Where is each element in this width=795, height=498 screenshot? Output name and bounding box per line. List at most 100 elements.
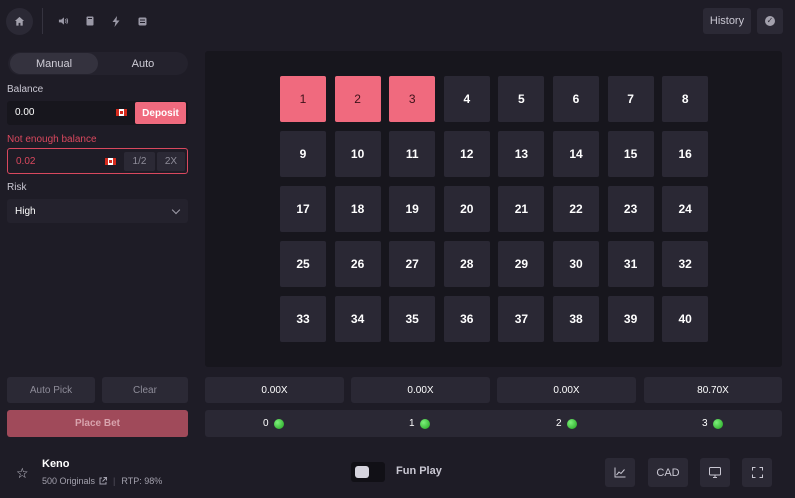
rules-button[interactable] (84, 13, 96, 29)
keno-tile[interactable]: 31 (607, 241, 654, 287)
subtitle-divider: | (113, 476, 116, 486)
keno-tile[interactable]: 24 (662, 186, 709, 232)
risk-select[interactable]: High (7, 199, 188, 223)
canada-flag-icon (105, 158, 116, 165)
favorite-button[interactable]: ☆ (16, 465, 29, 482)
stats-button[interactable] (605, 458, 635, 487)
gem-icon (712, 418, 723, 429)
hit-count-value: 0 (263, 418, 269, 429)
keno-tile[interactable]: 21 (498, 186, 545, 232)
line-chart-icon (614, 467, 626, 478)
sound-button[interactable] (56, 13, 70, 29)
keno-tile[interactable]: 14 (553, 131, 599, 177)
keno-tile[interactable]: 1 (280, 76, 326, 122)
external-link-icon[interactable] (99, 477, 108, 485)
keno-tile[interactable]: 18 (334, 186, 381, 232)
home-button[interactable] (6, 8, 33, 35)
history-button[interactable]: History (703, 8, 751, 34)
balance-value: 0.00 (15, 107, 35, 118)
keno-tile[interactable]: 8 (662, 76, 709, 122)
hits-row: 0 1 2 3 (205, 410, 782, 437)
keno-tile[interactable]: 22 (553, 186, 599, 232)
keno-tile[interactable]: 40 (662, 296, 709, 342)
keno-tile[interactable]: 34 (334, 296, 381, 342)
keno-tile[interactable]: 6 (553, 76, 599, 122)
keno-tile[interactable]: 15 (607, 131, 654, 177)
half-bet-button[interactable]: 1/2 (124, 152, 155, 171)
fairness-button[interactable]: ✓ (757, 8, 783, 34)
gem-icon (273, 418, 284, 429)
fun-play-toggle[interactable] (351, 462, 385, 482)
tab-auto[interactable]: Auto (100, 52, 186, 75)
keno-tile[interactable]: 26 (334, 241, 381, 287)
keno-tile[interactable]: 33 (280, 296, 326, 342)
keno-tile[interactable]: 9 (280, 131, 326, 177)
fullscreen-button[interactable] (742, 458, 772, 487)
keno-tile[interactable]: 5 (498, 76, 545, 122)
auto-pick-button[interactable]: Auto Pick (7, 377, 95, 403)
risk-value: High (15, 206, 36, 217)
double-bet-button[interactable]: 2X (157, 152, 185, 171)
keno-tile[interactable]: 23 (607, 186, 654, 232)
keno-tile[interactable]: 13 (498, 131, 545, 177)
keno-tile[interactable]: 10 (334, 131, 381, 177)
keno-tile[interactable]: 7 (607, 76, 654, 122)
hit-count-value: 3 (702, 418, 708, 429)
keno-tile[interactable]: 19 (389, 186, 436, 232)
instant-button[interactable] (110, 13, 122, 29)
keno-tile[interactable]: 16 (662, 131, 709, 177)
keno-tile[interactable]: 25 (280, 241, 326, 287)
keno-tile[interactable]: 11 (389, 131, 436, 177)
currency-button[interactable]: CAD (648, 458, 688, 487)
keno-tile[interactable]: 37 (498, 296, 545, 342)
provider-link[interactable]: 500 Originals (42, 476, 95, 486)
theater-mode-button[interactable] (700, 458, 730, 487)
chevron-down-icon (171, 205, 181, 215)
keyboard-icon (138, 17, 146, 25)
keno-board: 1 2 3 4 5 6 7 8 9 10 11 12 13 14 15 16 17 18 19 20 21 22 23 24 2… (205, 51, 782, 367)
keno-tile[interactable]: 17 (280, 186, 326, 232)
payout-cell: 0.00X (351, 377, 490, 403)
place-bet-button[interactable]: Place Bet (7, 410, 188, 437)
mode-tabs: Manual Auto (8, 52, 188, 75)
game-title: Keno (42, 458, 70, 470)
clear-button[interactable]: Clear (102, 377, 188, 403)
keno-tile[interactable]: 28 (443, 241, 490, 287)
keno-tile[interactable]: 32 (662, 241, 709, 287)
hit-count: 1 (409, 418, 430, 429)
keno-tile[interactable]: 12 (443, 131, 490, 177)
keno-tile[interactable]: 3 (389, 76, 436, 122)
hit-count-value: 1 (409, 418, 415, 429)
keno-tile[interactable]: 30 (553, 241, 599, 287)
speaker-icon (58, 17, 68, 25)
deposit-button[interactable]: Deposit (135, 102, 186, 124)
keno-tile[interactable]: 2 (334, 76, 381, 122)
keno-tile[interactable]: 20 (443, 186, 490, 232)
keno-tile[interactable]: 38 (553, 296, 599, 342)
hotkeys-button[interactable] (136, 13, 148, 29)
keno-tile[interactable]: 36 (443, 296, 490, 342)
keno-tile[interactable]: 29 (498, 241, 545, 287)
gem-icon (566, 418, 577, 429)
balance-label: Balance (7, 84, 44, 95)
keno-tile[interactable]: 27 (389, 241, 436, 287)
bet-amount-value: 0.02 (16, 156, 36, 167)
top-bar: History ✓ (0, 0, 795, 42)
risk-label: Risk (7, 182, 27, 193)
toolbar-divider (42, 8, 43, 34)
fullscreen-icon (751, 467, 763, 478)
hit-count: 2 (556, 418, 577, 429)
check-badge-icon: ✓ (765, 16, 775, 26)
balance-error: Not enough balance (7, 134, 97, 145)
toggle-knob (355, 466, 369, 478)
keno-tile[interactable]: 39 (607, 296, 654, 342)
hit-count-value: 2 (556, 418, 562, 429)
hit-count: 3 (702, 418, 723, 429)
payout-cell: 0.00X (497, 377, 636, 403)
tab-manual[interactable]: Manual (10, 53, 98, 74)
keno-tile[interactable]: 35 (389, 296, 436, 342)
book-icon (86, 16, 94, 26)
lightning-icon (112, 15, 120, 27)
keno-tile[interactable]: 4 (443, 76, 490, 122)
payout-cell: 0.00X (205, 377, 344, 403)
